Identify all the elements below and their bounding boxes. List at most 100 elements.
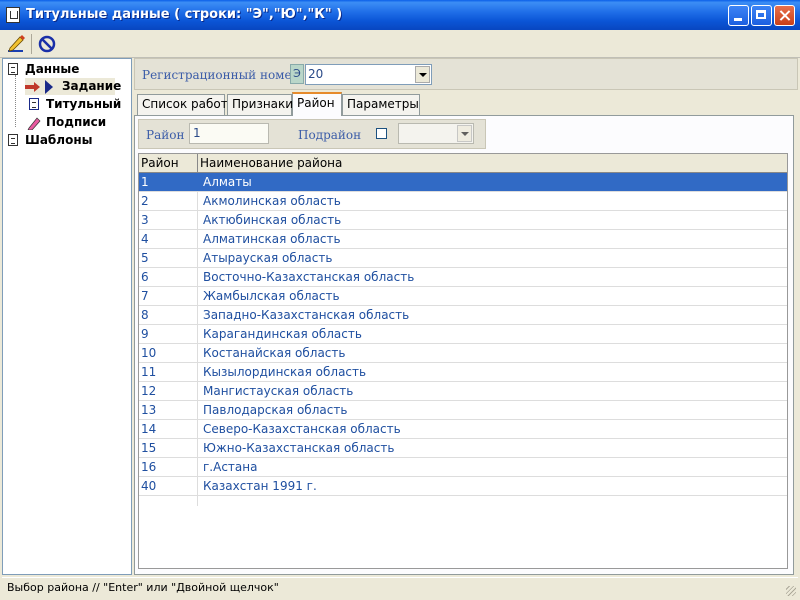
cell-name: Павлодарская область	[203, 403, 348, 417]
app-icon	[6, 7, 20, 23]
district-filter: Район 1 Подрайон	[138, 119, 486, 149]
subdistrict-checkbox[interactable]	[376, 128, 387, 139]
cell-code: 2	[141, 194, 149, 208]
tree-item-task[interactable]: Задание	[25, 78, 121, 95]
tree-item-label: Шаблоны	[25, 133, 93, 147]
table-row[interactable]: 4 Алматинская область	[139, 230, 787, 249]
table-row[interactable]: 40 Казахстан 1991 г.	[139, 477, 787, 496]
cell-code: 13	[141, 403, 157, 417]
district-tab-page: Район 1 Подрайон Район Наименование райо…	[134, 115, 794, 575]
tab-work-list[interactable]: Список работ	[137, 94, 228, 115]
table-row[interactable]: 2 Акмолинская область	[139, 192, 787, 211]
table-row[interactable]: 9 Карагандинская область	[139, 325, 787, 344]
pen-icon	[27, 117, 41, 130]
registration-prefix: Э	[290, 64, 304, 84]
cell-code: 8	[141, 308, 149, 322]
table-row[interactable]: 11 Кызылординская область	[139, 363, 787, 382]
cell-name: Костанайская область	[203, 346, 346, 360]
tab-attributes[interactable]: Признаки	[227, 94, 293, 115]
column-header-name[interactable]: Наименование района	[198, 154, 787, 172]
cell-code: 14	[141, 422, 157, 436]
subdistrict-label: Подрайон	[298, 128, 362, 142]
close-button[interactable]	[774, 5, 795, 26]
table-row[interactable]: 16 г.Астана	[139, 458, 787, 477]
document-icon	[8, 134, 18, 146]
cell-code: 9	[141, 327, 149, 341]
cell-name: Южно-Казахстанская область	[203, 441, 395, 455]
registration-row: Регистрационный номер Э 20	[134, 58, 798, 90]
district-input[interactable]: 1	[189, 123, 269, 144]
cell-name: Карагандинская область	[203, 327, 362, 341]
column-header-district[interactable]: Район	[139, 154, 198, 172]
maximize-button[interactable]	[751, 5, 772, 26]
table-row[interactable]: 8 Западно-Казахстанская область	[139, 306, 787, 325]
arrow-right-icon	[25, 80, 53, 94]
table-row[interactable]: 5 Атырауская область	[139, 249, 787, 268]
cell-name: Северо-Казахстанская область	[203, 422, 401, 436]
cell-name: Алматы	[203, 175, 252, 189]
edit-button[interactable]	[5, 33, 27, 55]
status-text: Выбор района // "Enter" или "Двойной щел…	[7, 581, 279, 594]
cell-code: 15	[141, 441, 157, 455]
tree-item-label: Подписи	[46, 115, 107, 129]
chevron-down-icon[interactable]	[457, 125, 472, 142]
tree-item-label: Титульный	[46, 97, 122, 111]
cell-name: Алматинская область	[203, 232, 341, 246]
title-bar[interactable]: Титульные данные ( строки: "Э","Ю","К" )	[0, 0, 800, 30]
window-title: Титульные данные ( строки: "Э","Ю","К" )	[26, 7, 343, 22]
cell-code: 12	[141, 384, 157, 398]
registration-label: Регистрационный номер	[142, 68, 300, 82]
registration-number-select[interactable]: 20	[305, 64, 432, 85]
registration-number-value: 20	[308, 67, 324, 81]
table-row[interactable]: 3 Актюбинская область	[139, 211, 787, 230]
cell-name: Казахстан 1991 г.	[203, 479, 317, 493]
cell-name: Западно-Казахстанская область	[203, 308, 410, 322]
cell-name: Акмолинская область	[203, 194, 341, 208]
pencil-icon	[8, 35, 25, 52]
cell-name: Жамбылская область	[203, 289, 340, 303]
title-page-icon	[29, 98, 39, 110]
tree-item-label: Данные	[25, 62, 80, 76]
cell-code: 10	[141, 346, 157, 360]
toolbar-separator	[31, 34, 32, 54]
table-row[interactable]: 13 Павлодарская область	[139, 401, 787, 420]
cell-code: 11	[141, 365, 157, 379]
table-row[interactable]: 10 Костанайская область	[139, 344, 787, 363]
cell-code: 1	[141, 175, 149, 189]
table-row[interactable]: 12 Мангистауская область	[139, 382, 787, 401]
toolbar	[0, 30, 800, 58]
table-row[interactable]: 7 Жамбылская область	[139, 287, 787, 306]
tree-connector	[15, 75, 17, 127]
cell-name: Кызылординская область	[203, 365, 367, 379]
cell-name: Актюбинская область	[203, 213, 342, 227]
tree-item-label: Задание	[62, 79, 122, 93]
district-table[interactable]: Район Наименование района 1 Алматы 2 Акм…	[138, 153, 788, 569]
status-bar: Выбор района // "Enter" или "Двойной щел…	[2, 577, 798, 598]
resize-grip-icon[interactable]	[786, 586, 796, 596]
table-row[interactable]: 1 Алматы	[139, 173, 787, 192]
no-entry-icon	[38, 35, 56, 53]
cell-code: 5	[141, 251, 149, 265]
cell-code: 40	[141, 479, 157, 493]
subdistrict-select[interactable]	[398, 123, 474, 144]
cell-name: Восточно-Казахстанская область	[203, 270, 415, 284]
chevron-down-icon[interactable]	[415, 66, 430, 83]
cell-code: 6	[141, 270, 149, 284]
table-row[interactable]: 14 Северо-Казахстанская область	[139, 420, 787, 439]
table-header: Район Наименование района	[139, 154, 787, 173]
tab-parameters[interactable]: Параметры	[342, 94, 420, 115]
cell-code: 16	[141, 460, 157, 474]
cancel-button[interactable]	[36, 33, 58, 55]
tab-district[interactable]: Район	[292, 92, 342, 116]
cell-code: 7	[141, 289, 149, 303]
table-row[interactable]: 6 Восточно-Казахстанская область	[139, 268, 787, 287]
main-panel: Регистрационный номер Э 20 Список работ …	[134, 58, 798, 575]
district-label: Район	[146, 128, 185, 142]
table-row[interactable]: 15 Южно-Казахстанская область	[139, 439, 787, 458]
minimize-button[interactable]	[728, 5, 749, 26]
cell-name: Атырауская область	[203, 251, 333, 265]
cell-name: Мангистауская область	[203, 384, 354, 398]
cell-code: 4	[141, 232, 149, 246]
cell-code: 3	[141, 213, 149, 227]
tab-strip: Список работ Признаки Район Параметры	[134, 92, 798, 116]
